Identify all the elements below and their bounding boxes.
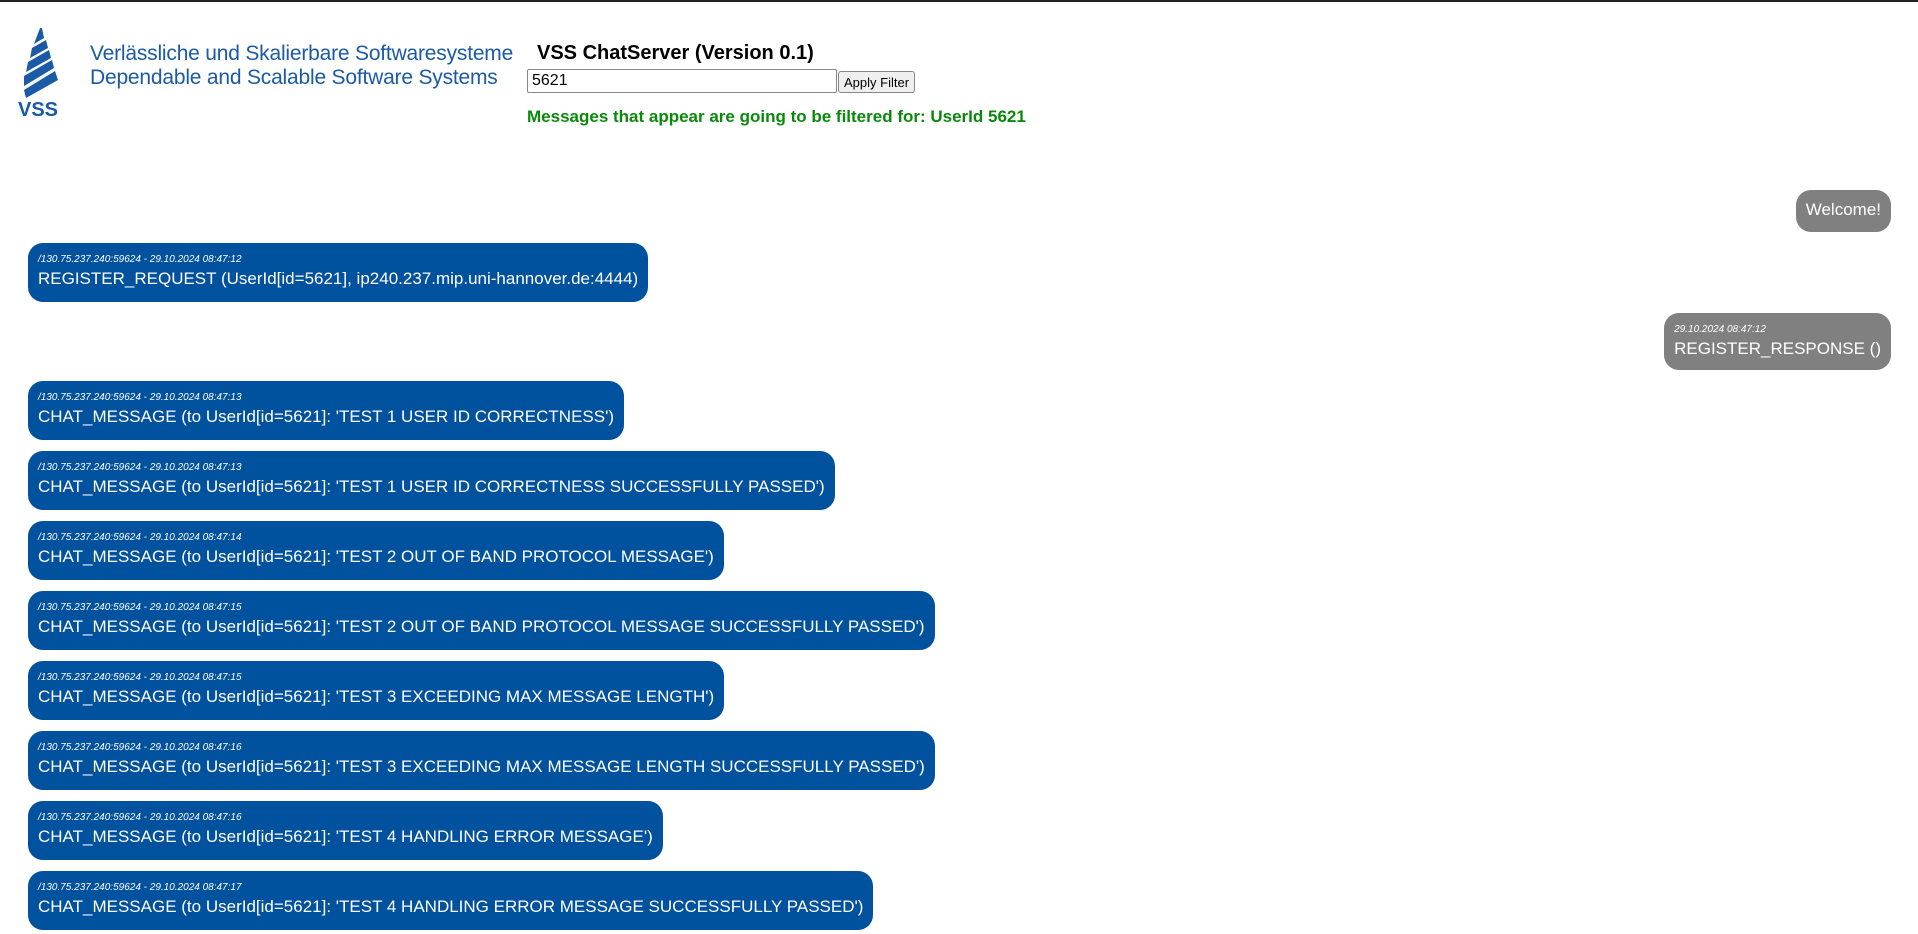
- message-text: CHAT_MESSAGE (to UserId[id=5621]: 'TEST …: [38, 897, 864, 916]
- incoming-message: /130.75.237.240:59624 - 29.10.2024 08:47…: [28, 731, 935, 790]
- message-meta: /130.75.237.240:59624 - 29.10.2024 08:47…: [38, 742, 242, 753]
- incoming-message: /130.75.237.240:59624 - 29.10.2024 08:47…: [28, 591, 935, 650]
- filter-notice: Messages that appear are going to be fil…: [527, 107, 1026, 126]
- svg-text:VSS: VSS: [18, 99, 58, 118]
- vss-logo-icon: VSS: [18, 28, 58, 121]
- apply-filter-button[interactable]: Apply Filter: [838, 71, 916, 93]
- message-text: CHAT_MESSAGE (to UserId[id=5621]: 'TEST …: [38, 827, 653, 846]
- message-meta: 29.10.2024 08:47:12: [1674, 324, 1766, 335]
- institute-name-de: Verlässliche und Skalierbare Softwaresys…: [90, 42, 514, 65]
- vss-logo: VSS: [18, 26, 70, 121]
- incoming-message: /130.75.237.240:59624 - 29.10.2024 08:47…: [28, 381, 624, 440]
- message-text: CHAT_MESSAGE (to UserId[id=5621]: 'TEST …: [38, 407, 614, 426]
- outgoing-message: 29.10.2024 08:47:12 REGISTER_RESPONSE (): [1664, 313, 1891, 370]
- message-meta: /130.75.237.240:59624 - 29.10.2024 08:47…: [38, 812, 242, 823]
- message-meta: /130.75.237.240:59624 - 29.10.2024 08:47…: [38, 392, 242, 403]
- message-meta: /130.75.237.240:59624 - 29.10.2024 08:47…: [38, 532, 242, 543]
- message-text: Welcome!: [1805, 200, 1881, 219]
- message-text: CHAT_MESSAGE (to UserId[id=5621]: 'TEST …: [38, 617, 925, 636]
- message-text: REGISTER_REQUEST (UserId[id=5621], ip240…: [38, 269, 639, 288]
- message-text: CHAT_MESSAGE (to UserId[id=5621]: 'TEST …: [38, 757, 925, 776]
- message-meta: /130.75.237.240:59624 - 29.10.2024 08:47…: [38, 672, 242, 683]
- message-meta: /130.75.237.240:59624 - 29.10.2024 08:47…: [38, 882, 242, 893]
- message-text: CHAT_MESSAGE (to UserId[id=5621]: 'TEST …: [38, 687, 715, 706]
- message-meta: /130.75.237.240:59624 - 29.10.2024 08:47…: [38, 602, 242, 613]
- incoming-message: /130.75.237.240:59624 - 29.10.2024 08:47…: [28, 243, 649, 302]
- message-list: Welcome! /130.75.237.240:59624 - 29.10.20…: [28, 190, 1891, 930]
- incoming-message: /130.75.237.240:59624 - 29.10.2024 08:47…: [28, 451, 835, 510]
- incoming-message: /130.75.237.240:59624 - 29.10.2024 08:47…: [28, 801, 663, 860]
- message-text: REGISTER_RESPONSE (): [1674, 339, 1881, 358]
- institute-name-en: Dependable and Scalable Software Systems: [90, 66, 498, 89]
- message-text: CHAT_MESSAGE (to UserId[id=5621]: 'TEST …: [38, 547, 714, 566]
- userid-filter-input[interactable]: [527, 69, 837, 93]
- incoming-message: /130.75.237.240:59624 - 29.10.2024 08:47…: [28, 521, 724, 580]
- incoming-message: /130.75.237.240:59624 - 29.10.2024 08:47…: [28, 661, 725, 720]
- message-meta: /130.75.237.240:59624 - 29.10.2024 08:47…: [38, 462, 242, 473]
- message-text: CHAT_MESSAGE (to UserId[id=5621]: 'TEST …: [38, 477, 825, 496]
- outgoing-message: Welcome!: [1795, 190, 1891, 232]
- message-meta: /130.75.237.240:59624 - 29.10.2024 08:47…: [38, 254, 242, 265]
- incoming-message: /130.75.237.240:59624 - 29.10.2024 08:47…: [28, 871, 874, 930]
- page-title: VSS ChatServer (Version 0.1): [537, 42, 814, 64]
- institute-name: Verlässliche und Skalierbare Softwaresys…: [90, 42, 513, 90]
